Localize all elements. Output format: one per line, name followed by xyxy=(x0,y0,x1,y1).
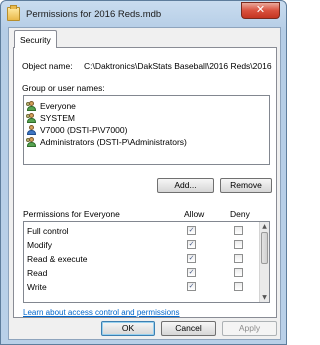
deny-column-label: Deny xyxy=(230,209,250,219)
allow-checkbox[interactable]: ✓ xyxy=(187,254,196,263)
close-button[interactable]: ✕ xyxy=(241,2,280,19)
permission-name: Modify xyxy=(27,240,53,250)
object-name-row: Object name: C:\Daktronics\DakStats Baseb… xyxy=(22,61,272,73)
group-icon xyxy=(26,100,37,111)
apply-button[interactable]: Apply xyxy=(222,321,277,336)
ok-button[interactable]: OK xyxy=(101,321,155,336)
permissions-dialog: Permissions for 2016 Reds.mdb ✕ Security… xyxy=(0,0,287,345)
list-item[interactable]: V7000 (DSTI-P\V7000) xyxy=(24,124,269,135)
object-name-label: Object name: xyxy=(22,61,73,71)
permission-name: Read & execute xyxy=(27,254,88,264)
deny-checkbox[interactable] xyxy=(234,254,243,263)
list-item[interactable]: Everyone xyxy=(24,100,269,111)
add-button[interactable]: Add... xyxy=(157,178,214,193)
scroll-down-arrow-icon[interactable]: ▼ xyxy=(260,293,269,302)
scroll-thumb[interactable] xyxy=(261,232,268,264)
permission-row-read-execute: Read & execute ✓ xyxy=(24,252,260,266)
user-name: Everyone xyxy=(40,100,76,111)
allow-checkbox[interactable]: ✓ xyxy=(187,226,196,235)
scroll-up-arrow-icon[interactable]: ▲ xyxy=(260,222,269,231)
cancel-button[interactable]: Cancel xyxy=(161,321,216,336)
user-icon xyxy=(26,124,37,135)
window-title: Permissions for 2016 Reds.mdb xyxy=(26,9,162,20)
allow-checkbox[interactable]: ✓ xyxy=(187,268,196,277)
group-icon xyxy=(26,136,37,147)
user-name: V7000 (DSTI-P\V7000) xyxy=(40,124,128,135)
remove-button[interactable]: Remove xyxy=(220,178,272,193)
allow-checkbox[interactable]: ✓ xyxy=(187,282,196,291)
tab-security[interactable]: Security xyxy=(14,30,57,48)
dialog-client-area: Security Object name: C:\Daktronics\DakSt… xyxy=(8,27,281,340)
permission-row-read: Read ✓ xyxy=(24,266,260,280)
deny-checkbox[interactable] xyxy=(234,240,243,249)
title-bar[interactable]: Permissions for 2016 Reds.mdb ✕ xyxy=(1,1,286,27)
user-name: SYSTEM xyxy=(40,112,75,123)
list-item[interactable]: Administrators (DSTI-P\Administrators) xyxy=(24,136,269,147)
permissions-header: Permissions for Everyone Allow Deny xyxy=(23,209,270,220)
allow-checkbox[interactable]: ✓ xyxy=(187,240,196,249)
learn-access-control-link[interactable]: Learn about access control and permissio… xyxy=(23,308,180,317)
permission-row-modify: Modify ✓ xyxy=(24,238,260,252)
group-users-label: Group or user names: xyxy=(22,83,105,93)
permission-name: Read xyxy=(27,268,48,278)
user-list[interactable]: Everyone SYSTEM V7000 (DSTI-P\V7000) Adm… xyxy=(23,95,270,165)
permissions-list: Full control ✓ Modify ✓ Read & execute ✓… xyxy=(23,221,270,303)
group-icon xyxy=(26,112,37,123)
list-item[interactable]: SYSTEM xyxy=(24,112,269,123)
security-tab-panel: Object name: C:\Daktronics\DakStats Baseb… xyxy=(13,47,277,318)
user-name: Administrators (DSTI-P\Administrators) xyxy=(40,136,187,147)
permission-row-full-control: Full control ✓ xyxy=(24,224,260,238)
object-name-value: C:\Daktronics\DakStats Baseball\2016 Red… xyxy=(84,61,272,71)
permission-name: Write xyxy=(27,282,47,292)
permissions-scrollbar[interactable]: ▲ ▼ xyxy=(259,222,269,302)
permissions-title: Permissions for Everyone xyxy=(23,209,120,219)
folder-icon xyxy=(7,5,20,21)
permission-row-write: Write ✓ xyxy=(24,280,260,294)
deny-checkbox[interactable] xyxy=(234,282,243,291)
allow-column-label: Allow xyxy=(184,209,205,219)
deny-checkbox[interactable] xyxy=(234,226,243,235)
deny-checkbox[interactable] xyxy=(234,268,243,277)
permission-name: Full control xyxy=(27,226,69,236)
